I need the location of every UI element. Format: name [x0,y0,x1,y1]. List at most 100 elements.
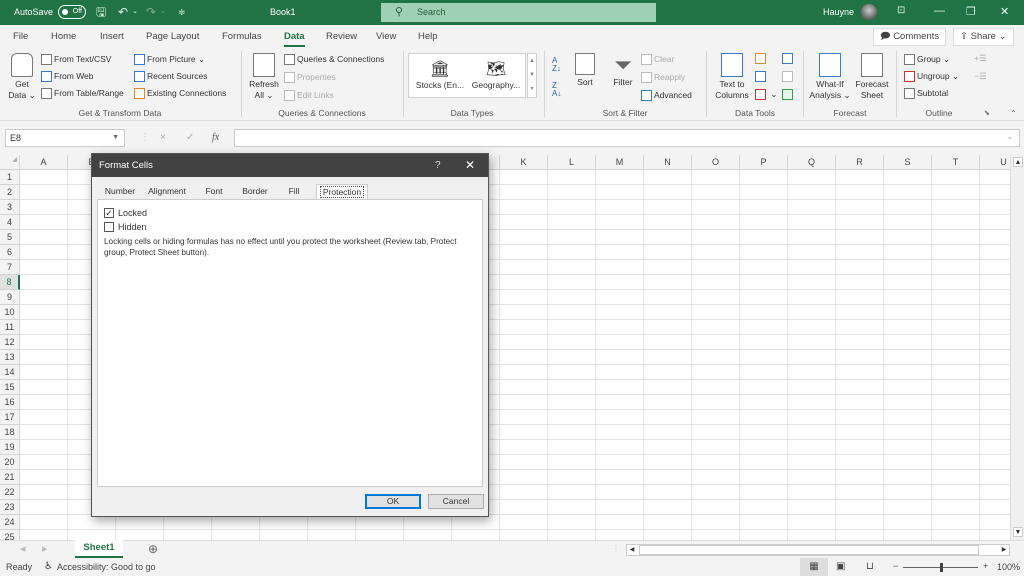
add-sheet-icon[interactable]: ⊕ [148,542,158,556]
filter-button[interactable]: ⏷ Filter [609,53,637,88]
expand-formula-bar-icon[interactable]: ⌄ [1007,133,1013,141]
scroll-left-icon[interactable]: ◀ [627,545,637,555]
row-header[interactable]: 12 [0,335,20,350]
locked-checkbox[interactable]: ✓ [104,208,114,218]
advanced-button[interactable]: Advanced [641,90,692,102]
undo-icon[interactable]: ↶ [118,5,128,19]
page-break-view-icon[interactable]: ⊔ [866,558,874,576]
refresh-all-button[interactable]: Refresh All ⌄ [248,53,280,101]
column-header[interactable]: Q [788,155,836,170]
formula-input[interactable]: ⌄ [234,129,1020,147]
hidden-label[interactable]: Hidden [118,222,147,232]
tab-number[interactable]: Number [100,184,140,199]
scroll-up-icon[interactable]: ▲ [1013,157,1023,167]
close-dialog-icon[interactable]: ✕ [465,154,475,177]
tab-splitter-icon[interactable]: ⋮ [612,544,620,553]
column-header[interactable]: L [548,155,596,170]
share-button[interactable]: ⇪ Share ⌄ [953,28,1014,46]
tab-fill[interactable]: Fill [278,184,310,199]
row-header[interactable]: 2 [0,185,20,200]
row-header[interactable]: 21 [0,470,20,485]
gallery-scroll[interactable]: ▲ ▼ ▾ [527,53,537,98]
queries-connections-button[interactable]: Queries & Connections [284,54,384,66]
page-layout-view-icon[interactable]: ▣ [836,558,845,576]
horizontal-scrollbar[interactable]: ◀ ▶ [626,544,1010,556]
subtotal-button[interactable]: Subtotal [904,88,948,100]
tab-page-layout[interactable]: Page Layout [146,31,199,42]
chevron-down-icon[interactable]: ▼ [112,130,119,146]
zoom-slider[interactable] [903,563,978,572]
from-web-button[interactable]: From Web [41,71,94,83]
column-header[interactable]: A [20,155,68,170]
zoom-in-icon[interactable]: + [983,561,988,571]
column-header[interactable]: U [980,155,1010,170]
collapse-ribbon-icon[interactable]: ⌃ [1010,109,1017,118]
row-header[interactable]: 1 [0,170,20,185]
save-icon[interactable]: 🖫 [96,5,106,19]
cancel-button[interactable]: Cancel [428,494,484,509]
scroll-thumb[interactable] [639,545,979,555]
vertical-scrollbar[interactable]: ▲ ▼ [1010,155,1024,540]
row-header[interactable]: 19 [0,440,20,455]
tab-review[interactable]: Review [326,31,357,42]
row-header[interactable]: 20 [0,455,20,470]
row-header[interactable]: 6 [0,245,20,260]
tab-formulas[interactable]: Formulas [222,31,262,42]
comments-button[interactable]: 🗩 Comments [873,28,947,46]
sort-z-to-a-icon[interactable]: Z A↓ [552,82,561,98]
undo-dropdown-icon[interactable]: ⌄ [132,5,138,19]
remove-duplicates-button[interactable] [755,71,768,83]
row-header[interactable]: 18 [0,425,20,440]
tab-alignment[interactable]: Alignment [142,184,192,199]
row-header[interactable]: 15 [0,380,20,395]
locked-label[interactable]: Locked [118,208,147,218]
row-header[interactable]: 7 [0,260,20,275]
row-header[interactable]: 13 [0,350,20,365]
data-validation-button[interactable]: ⌄ [755,89,777,101]
autosave-toggle[interactable]: Off [58,5,86,19]
row-header[interactable]: 23 [0,500,20,515]
stocks-button[interactable]: 🏛 Stocks (En... [413,60,467,91]
dialog-launcher-icon[interactable]: ⬊ [984,109,990,117]
normal-view-icon[interactable]: ▦ [800,558,828,576]
row-header[interactable]: 17 [0,410,20,425]
row-header[interactable]: 25 [0,530,20,540]
row-header[interactable]: 16 [0,395,20,410]
forecast-sheet-button[interactable]: Forecast Sheet [853,53,891,101]
help-icon[interactable]: ? [435,154,441,177]
from-text-csv-button[interactable]: From Text/CSV [41,54,111,66]
zoom-slider-thumb[interactable] [939,563,943,572]
row-header[interactable]: 4 [0,215,20,230]
close-icon[interactable]: ✕ [1000,5,1009,18]
row-header[interactable]: 10 [0,305,20,320]
row-header[interactable]: 14 [0,365,20,380]
group-button[interactable]: Group ⌄ [904,54,950,66]
search-box[interactable]: ⚲ Search [381,3,656,22]
row-header[interactable]: 8 [0,275,20,290]
column-header[interactable]: T [932,155,980,170]
tab-protection[interactable]: Protection [316,184,368,200]
tab-view[interactable]: View [376,31,396,42]
tab-file[interactable]: File [13,31,28,42]
scroll-sheets-left-icon[interactable]: ◀ [20,545,25,553]
consolidate-button[interactable] [782,53,795,65]
sort-button[interactable]: Sort [572,53,598,88]
accessibility-status[interactable]: Accessibility: Good to go [57,562,156,572]
row-header[interactable]: 9 [0,290,20,305]
user-name[interactable]: Hauyne [823,7,854,17]
zoom-out-icon[interactable]: − [893,561,898,571]
row-header[interactable]: 11 [0,320,20,335]
ribbon-display-icon[interactable]: ⊡ [897,5,905,16]
column-header[interactable]: P [740,155,788,170]
column-header[interactable]: S [884,155,932,170]
insert-function-icon[interactable]: fx [212,132,219,143]
scroll-down-icon[interactable]: ▼ [1013,527,1023,537]
tab-home[interactable]: Home [51,31,76,42]
geography-button[interactable]: 🗺 Geography... [469,60,523,91]
select-all-button[interactable]: ◢ [0,155,20,170]
row-header[interactable]: 5 [0,230,20,245]
what-if-analysis-button[interactable]: What-If Analysis ⌄ [808,53,852,101]
column-header[interactable]: N [644,155,692,170]
customize-toolbar-icon[interactable]: ≑ [178,5,186,19]
row-header[interactable]: 3 [0,200,20,215]
